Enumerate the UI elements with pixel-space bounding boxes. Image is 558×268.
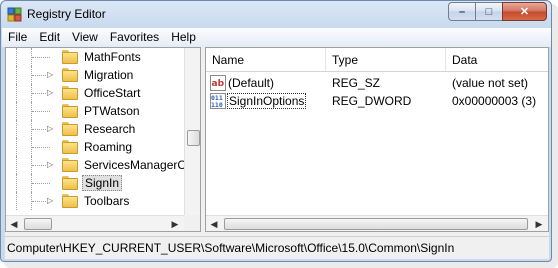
menu-help[interactable]: Help (165, 28, 202, 47)
value-data: 0x00000003 (3) (452, 94, 537, 108)
folder-icon (62, 176, 78, 190)
expand-arrow-icon[interactable]: ▷ (47, 88, 56, 97)
folder-icon (62, 194, 78, 208)
value-name: (Default) (228, 76, 275, 90)
folder-icon (62, 68, 78, 82)
value-data: (value not set) (452, 76, 529, 90)
expand-arrow-icon[interactable]: ▷ (47, 160, 56, 169)
list-item[interactable]: ab (Default) REG_SZ (value not set) (206, 74, 548, 92)
tree-item-label: Migration (84, 68, 134, 82)
scrollbar-corner (184, 215, 200, 231)
tree-item-label: MathFonts (84, 50, 141, 64)
tree-vertical-scroll-thumb[interactable] (187, 130, 200, 146)
tree-item-label: Roaming (84, 140, 133, 154)
scroll-right-icon[interactable]: ▶ (534, 219, 544, 229)
close-button[interactable]: ✕ (502, 2, 547, 21)
list-horizontal-scroll-thumb[interactable] (224, 218, 528, 230)
column-header-name[interactable]: Name (206, 48, 326, 71)
minimize-icon: – (458, 5, 466, 18)
value-name: SignInOptions (227, 93, 307, 109)
tree-item-label: OfficeStart (84, 86, 141, 100)
tree-horizontal-scroll-thumb[interactable] (24, 218, 52, 230)
menu-bar: File Edit View Favorites Help (2, 28, 551, 47)
maximize-button[interactable]: □ (475, 2, 502, 21)
list-item[interactable]: 011 110 SignInOptions REG_DWORD 0x000000… (206, 92, 548, 110)
registry-editor-window: Registry Editor – □ ✕ File Edit View Fav… (0, 0, 552, 262)
values-list-pane[interactable]: Name Type Data ab (Default) REG_SZ (valu… (205, 47, 549, 232)
tree-horizontal-scrollbar[interactable]: ◀ ▶ (6, 215, 184, 231)
svg-text:ab: ab (212, 79, 225, 89)
binary-value-icon: 011 110 (210, 93, 226, 109)
title-bar[interactable]: Registry Editor – □ ✕ (1, 1, 551, 28)
folder-icon (62, 86, 78, 100)
tree-item[interactable]: PTWatson (6, 102, 184, 120)
tree-item[interactable]: ▷ Toolbars (6, 192, 184, 210)
menu-view[interactable]: View (66, 28, 104, 47)
tree-item[interactable]: SignIn (6, 174, 184, 192)
value-type: REG_DWORD (332, 94, 412, 108)
tree-item[interactable]: MathFonts (6, 48, 184, 66)
tree-vertical-scrollbar[interactable] (184, 48, 200, 215)
folder-icon (62, 140, 78, 154)
scroll-right-icon[interactable]: ▶ (170, 219, 180, 229)
tree-guide-line (16, 138, 17, 156)
scroll-left-icon[interactable]: ◀ (9, 219, 19, 229)
tree-item-label: PTWatson (84, 104, 140, 118)
tree-item-label: ServicesManagerCa (84, 158, 184, 172)
tree-guide-line (32, 147, 50, 148)
tree-item-label: Toolbars (84, 194, 130, 208)
tree-guide-line (16, 48, 17, 66)
svg-text:110: 110 (211, 101, 223, 109)
client-area: MathFonts ▷ Migration ▷ OfficeStart PTWatson ▷… (5, 47, 549, 259)
tree-item-label: Research (84, 122, 136, 136)
folder-icon (62, 104, 78, 118)
tree-item-label: SignIn (82, 175, 123, 191)
menu-favorites[interactable]: Favorites (104, 28, 165, 47)
menu-edit[interactable]: Edit (33, 28, 66, 47)
tree-guide-line (16, 120, 17, 138)
status-bar: Computer\HKEY_CURRENT_USER\Software\Micr… (5, 236, 549, 258)
tree-guide-line (16, 84, 17, 102)
tree-guide-line (16, 156, 17, 174)
expand-arrow-icon[interactable]: ▷ (47, 196, 56, 205)
expand-arrow-icon[interactable]: ▷ (47, 70, 56, 79)
tree-guide-line (16, 174, 17, 192)
string-value-icon: ab (210, 75, 226, 91)
close-icon: ✕ (519, 6, 530, 18)
list-header: Name Type Data (206, 48, 548, 72)
tree-guide-line (16, 66, 17, 84)
tree-guide-line (16, 102, 17, 120)
menu-file[interactable]: File (2, 28, 33, 47)
tree-item[interactable]: ▷ Migration (6, 66, 184, 84)
tree-guide-line (32, 111, 50, 112)
tree-item[interactable]: ▷ Research (6, 120, 184, 138)
folder-icon (62, 50, 78, 64)
window-title: Registry Editor (27, 7, 106, 21)
tree-guide-line (16, 192, 17, 210)
key-tree-pane[interactable]: MathFonts ▷ Migration ▷ OfficeStart PTWatson ▷… (5, 47, 201, 232)
tree-item[interactable]: ▷ OfficeStart (6, 84, 184, 102)
current-key-path: Computer\HKEY_CURRENT_USER\Software\Micr… (7, 241, 455, 255)
minimize-button[interactable]: – (448, 2, 475, 21)
value-type: REG_SZ (332, 76, 381, 90)
tree-guide-line (32, 183, 50, 184)
tree-item[interactable]: ▷ ServicesManagerCa (6, 156, 184, 174)
tree-rows: MathFonts ▷ Migration ▷ OfficeStart PTWatson ▷… (6, 48, 184, 215)
list-horizontal-scrollbar[interactable]: ◀ ▶ (206, 215, 548, 231)
maximize-icon: □ (485, 5, 493, 18)
column-header-type[interactable]: Type (326, 48, 446, 71)
column-header-data[interactable]: Data (446, 48, 548, 71)
scroll-left-icon[interactable]: ◀ (209, 219, 219, 229)
folder-icon (62, 122, 78, 136)
tree-item[interactable]: Roaming (6, 138, 184, 156)
registry-editor-icon (7, 7, 22, 22)
expand-arrow-icon[interactable]: ▷ (47, 124, 56, 133)
tree-guide-line (32, 57, 50, 58)
folder-icon (62, 158, 78, 172)
